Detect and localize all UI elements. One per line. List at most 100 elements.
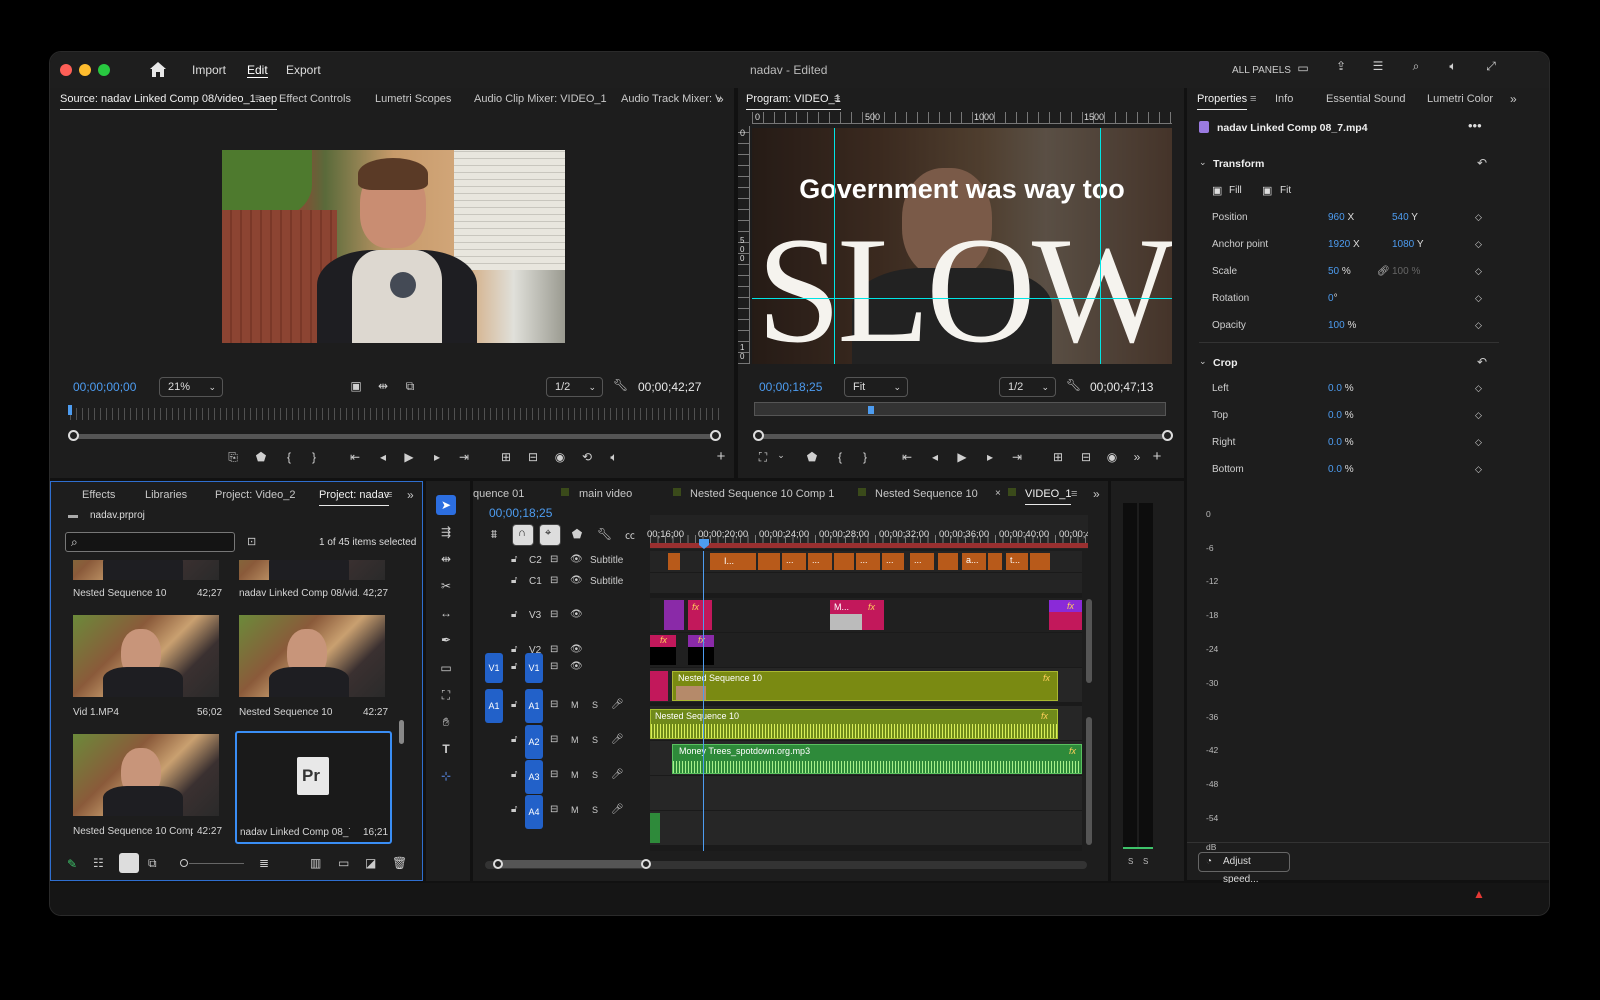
lift-icon[interactable]: ⊞ <box>1050 450 1066 464</box>
keyframe-toggle-icon[interactable]: ◇ <box>1475 320 1482 331</box>
track-target-a3[interactable]: A3 <box>525 760 543 794</box>
mic-icon[interactable]: 🎤︎ <box>611 769 624 780</box>
search-text-field[interactable] <box>88 534 228 550</box>
more-tabs-icon[interactable]: » <box>717 88 724 110</box>
search-help-icon[interactable]: ⌕ <box>1408 59 1424 74</box>
icon-view-button[interactable] <box>119 853 139 873</box>
mark-in-icon[interactable]: { <box>284 450 294 464</box>
solo-button[interactable]: S <box>592 735 598 745</box>
home-icon[interactable] <box>149 61 167 78</box>
program-more-icon[interactable]: » <box>1132 450 1142 464</box>
lock-icon[interactable]: 🔓︎ <box>511 734 517 745</box>
sync-lock-icon[interactable]: ⊟ <box>550 734 558 745</box>
loop-icon[interactable]: ⟲ <box>580 450 594 464</box>
source-zoom-handle-right[interactable] <box>710 430 721 441</box>
fullscreen-icon[interactable]: ⤢ <box>1483 59 1499 74</box>
go-to-out-icon[interactable]: ⇥ <box>457 450 471 464</box>
program-zoom-handle-left[interactable] <box>753 430 764 441</box>
link-icon[interactable]: 🔗︎ <box>1377 266 1390 277</box>
fill-icon[interactable]: ▣ <box>1212 184 1222 197</box>
export-frame-icon[interactable]: ◉ <box>553 450 567 464</box>
a4-clip[interactable] <box>650 813 660 843</box>
overwrite-clip-icon[interactable]: ⊟ <box>525 450 541 464</box>
extract-icon[interactable]: ⊟ <box>1078 450 1094 464</box>
keyframe-toggle-icon[interactable]: ◇ <box>1475 293 1482 304</box>
all-panels-label[interactable]: ALL PANELS <box>1232 65 1291 76</box>
tab-nested-seq-10[interactable]: Nested Sequence 10 <box>875 483 978 505</box>
v3-clip-m[interactable]: M... fx <box>830 600 884 630</box>
lock-icon[interactable]: 🔓︎ <box>511 661 517 672</box>
keyframe-toggle-icon[interactable]: ◇ <box>1475 212 1482 223</box>
source-zoom-bar[interactable] <box>72 434 717 439</box>
sync-lock-icon[interactable]: ⊟ <box>550 804 558 815</box>
tab-project-video2[interactable]: Project: Video_2 <box>215 484 296 506</box>
sync-lock-icon[interactable]: ⊟ <box>550 699 558 710</box>
project-menu-icon[interactable]: ≡ <box>386 484 392 506</box>
tab-audio-track-mixer[interactable]: Audio Track Mixer: VII <box>621 88 721 110</box>
program-go-out-icon[interactable]: ⇥ <box>1010 450 1024 464</box>
lock-icon[interactable]: 🔓︎ <box>511 609 517 620</box>
timeline-v-scroll-audio[interactable] <box>1086 717 1092 845</box>
timeline-v-scroll-video[interactable] <box>1086 599 1092 683</box>
ripple-edit-tool-icon[interactable]: ⇹ <box>438 552 454 566</box>
mic-icon[interactable]: 🎤︎ <box>611 699 624 710</box>
source-patch-a1[interactable]: A1 <box>485 689 503 723</box>
source-time-ruler[interactable] <box>70 408 720 420</box>
nav-edit[interactable]: Edit <box>247 63 268 78</box>
mute-button[interactable]: M <box>571 700 579 710</box>
tab-libraries[interactable]: Libraries <box>145 484 187 506</box>
freeform-view-icon[interactable]: ⧉ <box>148 856 157 871</box>
subtitle-clip[interactable]: I... <box>710 553 756 570</box>
source-patch-v1[interactable]: V1 <box>485 653 503 683</box>
slip-tool-icon[interactable]: ↔ <box>438 606 454 620</box>
eye-icon[interactable]: 👁︎ <box>570 661 583 672</box>
play-icon[interactable]: ▶ <box>402 450 416 464</box>
mute-button[interactable]: M <box>571 770 579 780</box>
mute-button[interactable]: M <box>571 805 579 815</box>
step-forward-icon[interactable]: ▸ <box>430 450 444 464</box>
sync-lock-icon[interactable]: ⊟ <box>550 769 558 780</box>
zoom-window-button[interactable] <box>98 64 110 76</box>
properties-menu-icon[interactable]: ≡ <box>1250 88 1256 110</box>
panel-layout-icon[interactable]: ▭ <box>1295 61 1311 75</box>
transform-reset-icon[interactable]: ↶ <box>1477 156 1487 170</box>
keyframe-toggle-icon[interactable]: ◇ <box>1475 266 1482 277</box>
project-thumb[interactable] <box>239 615 385 697</box>
zoom-slider-track[interactable] <box>189 863 244 864</box>
project-thumb[interactable] <box>73 615 219 697</box>
subtitle-clip[interactable] <box>988 553 1002 570</box>
step-back-icon[interactable]: ◂ <box>376 450 390 464</box>
track-target-a2[interactable]: A2 <box>525 725 543 759</box>
subtitle-clip[interactable] <box>668 553 680 570</box>
tab-program[interactable]: Program: VIDEO_1 <box>746 88 841 110</box>
settings-wrench-icon[interactable]: 🔧︎ <box>613 378 628 392</box>
drag-video-icon[interactable]: ⇹ <box>376 379 390 393</box>
project-thumb[interactable] <box>73 560 219 580</box>
tab-main-video[interactable]: main video <box>579 483 632 505</box>
timeline-more-tabs-icon[interactable]: » <box>1093 483 1100 505</box>
tab-nested-seq-comp1[interactable]: Nested Sequence 10 Comp 1 <box>690 483 834 505</box>
track-target-v1[interactable]: V1 <box>525 653 543 683</box>
nav-import[interactable]: Import <box>192 63 226 77</box>
program-playhead[interactable] <box>868 406 874 414</box>
program-step-back-icon[interactable]: ◂ <box>928 450 942 464</box>
track-select-tool-icon[interactable]: ⇶ <box>438 525 454 539</box>
new-bin-footer-icon[interactable]: ▭ <box>338 856 349 870</box>
mic-icon[interactable]: 🎤︎ <box>611 734 624 745</box>
v2-clip[interactable]: fx <box>650 635 676 665</box>
tab-effect-controls[interactable]: Effect Controls <box>279 88 351 110</box>
add-marker-icon[interactable]: ⬟ <box>570 527 584 541</box>
tab-source-menu-icon[interactable]: ≡ <box>255 88 261 110</box>
source-zoom-handle-left[interactable] <box>68 430 79 441</box>
type-tool-icon[interactable]: T <box>438 742 454 756</box>
program-add-button-icon[interactable]: + <box>1150 448 1164 465</box>
track-target-a4[interactable]: A4 <box>525 795 543 829</box>
keyframe-toggle-icon[interactable]: ◇ <box>1475 464 1482 475</box>
list-view-icon[interactable]: ☷ <box>93 856 104 870</box>
program-chevron-down-icon[interactable]: ⌄ <box>776 450 786 461</box>
subtitle-clip[interactable]: ... <box>808 553 832 570</box>
timeline-menu-icon[interactable]: ≡ <box>1071 483 1077 505</box>
crop-heading[interactable]: Crop <box>1213 357 1238 369</box>
project-thumb-selected[interactable]: Pr nadav Linked Comp 08_7... 16;21 <box>235 731 392 844</box>
subtitle-clip[interactable]: ... <box>856 553 880 570</box>
